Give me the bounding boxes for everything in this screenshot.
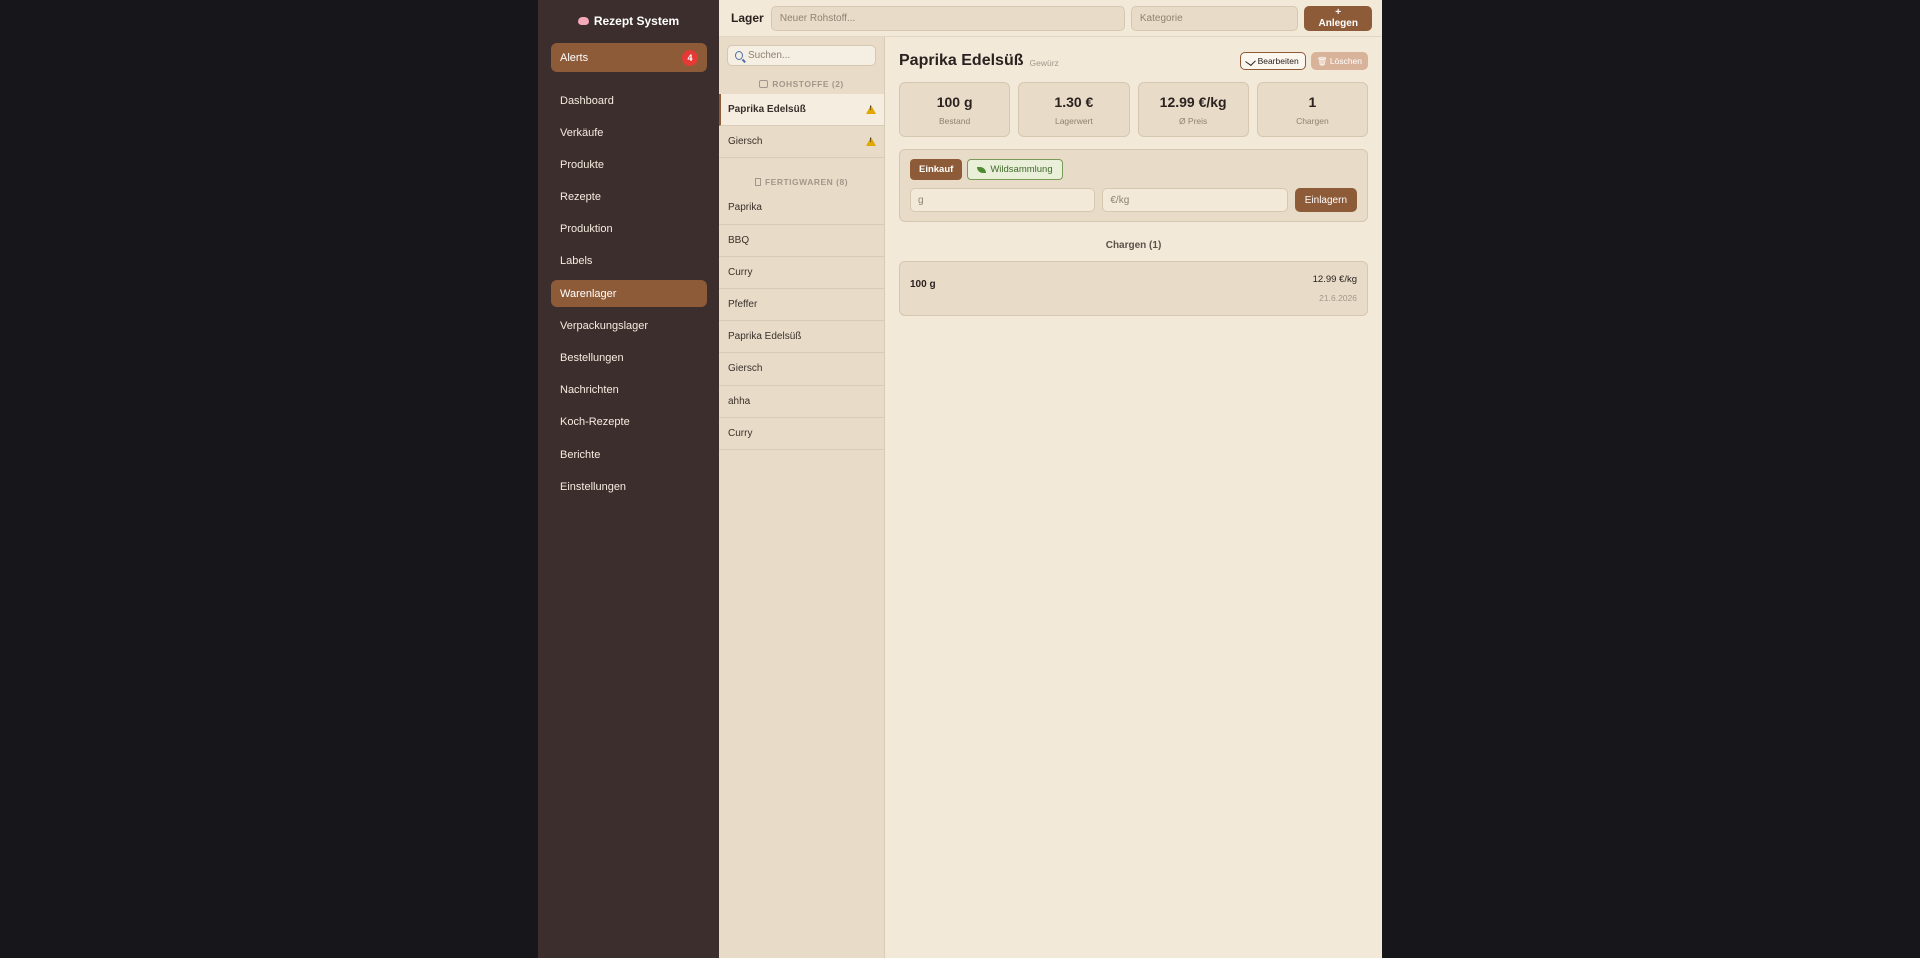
price-per-kg-input[interactable] [1102,188,1288,212]
search-icon [735,51,743,60]
main-area: Lager + Anlegen ROHSTOFFE (2) Paprika Ed… [719,0,1382,958]
search-wrapper [719,37,884,72]
list-item-finished[interactable]: Giersch [719,353,884,386]
stat-card-avg-price: 12.99 €/kg Ø Preis [1137,82,1249,137]
brand-label: Rezept System [593,14,680,28]
delete-button[interactable]: 🗑 Löschen [1310,52,1368,70]
inventory-list: ROHSTOFFE (2) Paprika Edelsüß Giersch FE… [719,37,885,958]
sidebar-item-produkte[interactable]: Produkte [551,151,707,178]
batch-card: 100 g 12.99 €/kg 21.6.2026 [899,261,1368,316]
stat-label: Bestand [939,115,971,126]
stat-value: 1 [1308,93,1317,110]
mode-wild-label: Wildsammlung [990,164,1053,175]
sidebar-item-bestellungen[interactable]: Bestellungen [551,345,707,372]
list-item-raw-giersch[interactable]: Giersch [719,126,884,159]
sidebar-nav: Dashboard Verkäufe Produkte Rezepte Prod… [551,87,707,505]
crate-icon [759,80,769,88]
alerts-label: Alerts [560,51,589,64]
list-item-raw-paprika-edelsuess[interactable]: Paprika Edelsüß [719,94,884,127]
list-item-finished[interactable]: Curry [719,257,884,289]
delete-button-label: Löschen [1329,55,1362,66]
brain-icon [577,17,589,25]
stat-value: 12.99 €/kg [1159,93,1227,110]
new-raw-material-input[interactable] [770,5,1125,31]
detail-panel: Paprika Edelsüß Gewürz Bearbeiten 🗑 Lösc… [885,37,1382,958]
sidebar-item-verpackungslager[interactable]: Verpackungslager [551,312,707,339]
warning-icon [866,137,876,147]
amount-input[interactable] [910,188,1096,212]
batches-heading: Chargen (1) [1105,240,1162,251]
group-header-raw: ROHSTOFFE (2) [719,74,884,94]
intake-mode-toggle: Einkauf Wildsammlung [910,159,1357,180]
brand: Rezept System [538,14,719,28]
page-title: Lager [731,11,764,25]
group-header-finished-label: FERTIGWAREN (8) [764,177,849,188]
list-item-finished[interactable]: Paprika Edelsüß [719,321,884,354]
detail-header: Paprika Edelsüß Gewürz Bearbeiten 🗑 Lösc… [899,49,1368,73]
list-item-finished[interactable]: Paprika [719,192,884,225]
sidebar-item-verkaeufe[interactable]: Verkäufe [551,119,707,146]
edit-button[interactable]: Bearbeiten [1239,52,1306,70]
stat-card-stock-value: 1.30 € Lagerwert [1018,82,1130,137]
list-item-finished[interactable]: BBQ [719,225,884,257]
list-item-label: Giersch [728,136,763,148]
stats-row: 100 g Bestand 1.30 € Lagerwert 12.99 €/k… [899,82,1368,137]
search-box [727,45,876,66]
list-item-finished[interactable]: ahha [719,386,884,418]
topbar: Lager + Anlegen [719,0,1382,37]
list-item-finished[interactable]: Curry [719,418,884,450]
stat-value: 100 g [936,93,973,110]
stat-value: 1.30 € [1054,93,1094,110]
batch-price: 12.99 €/kg [1312,274,1357,285]
sidebar-item-labels[interactable]: Labels [551,248,707,275]
stat-label: Ø Preis [1178,115,1208,126]
sidebar: Rezept System Alerts 4 Dashboard Verkäuf… [538,0,719,958]
sidebar-item-rezepte[interactable]: Rezepte [551,184,707,211]
app-window: Rezept System Alerts 4 Dashboard Verkäuf… [538,0,1382,958]
mode-purchase-button[interactable]: Einkauf [910,159,963,180]
sidebar-item-dashboard[interactable]: Dashboard [551,87,707,114]
item-category: Gewürz [1029,58,1059,68]
item-title: Paprika Edelsüß [899,52,1024,69]
store-button[interactable]: Einlagern [1294,188,1358,212]
leaf-icon [977,166,987,173]
search-input[interactable] [748,50,868,61]
batch-amount: 100 g [910,279,936,290]
stat-label: Chargen [1296,115,1329,126]
create-button[interactable]: + Anlegen [1304,5,1372,31]
sidebar-item-produktion[interactable]: Produktion [551,216,707,243]
list-item-label: Paprika Edelsüß [728,104,806,116]
category-input[interactable] [1130,5,1299,31]
box-icon [754,178,761,187]
mode-wild-collection-button[interactable]: Wildsammlung [967,159,1063,180]
sidebar-item-warenlager[interactable]: Warenlager [551,280,707,308]
sidebar-item-einstellungen[interactable]: Einstellungen [551,473,707,500]
stat-label: Lagerwert [1054,115,1093,126]
sidebar-item-koch-rezepte[interactable]: Koch-Rezepte [551,409,707,436]
list-item-finished[interactable]: Pfeffer [719,289,884,322]
sidebar-item-nachrichten[interactable]: Nachrichten [551,377,707,404]
warning-icon [866,105,876,115]
sidebar-item-berichte[interactable]: Berichte [551,441,707,468]
alerts-button[interactable]: Alerts 4 [551,43,707,72]
trash-icon: 🗑 [1316,55,1328,66]
pencil-icon [1244,56,1256,66]
intake-row: Einlagern [910,188,1358,212]
edit-button-label: Bearbeiten [1257,56,1299,66]
batch-date: 21.6.2026 [1319,293,1357,303]
group-header-raw-label: ROHSTOFFE (2) [772,79,844,89]
stat-card-stock: 100 g Bestand [899,82,1011,137]
stat-card-batches: 1 Chargen [1256,82,1368,137]
intake-form: Einkauf Wildsammlung Einlagern [899,149,1368,222]
group-header-finished: FERTIGWAREN (8) [719,172,884,192]
content-body: ROHSTOFFE (2) Paprika Edelsüß Giersch FE… [719,37,1382,958]
alerts-count-badge: 4 [682,49,698,66]
